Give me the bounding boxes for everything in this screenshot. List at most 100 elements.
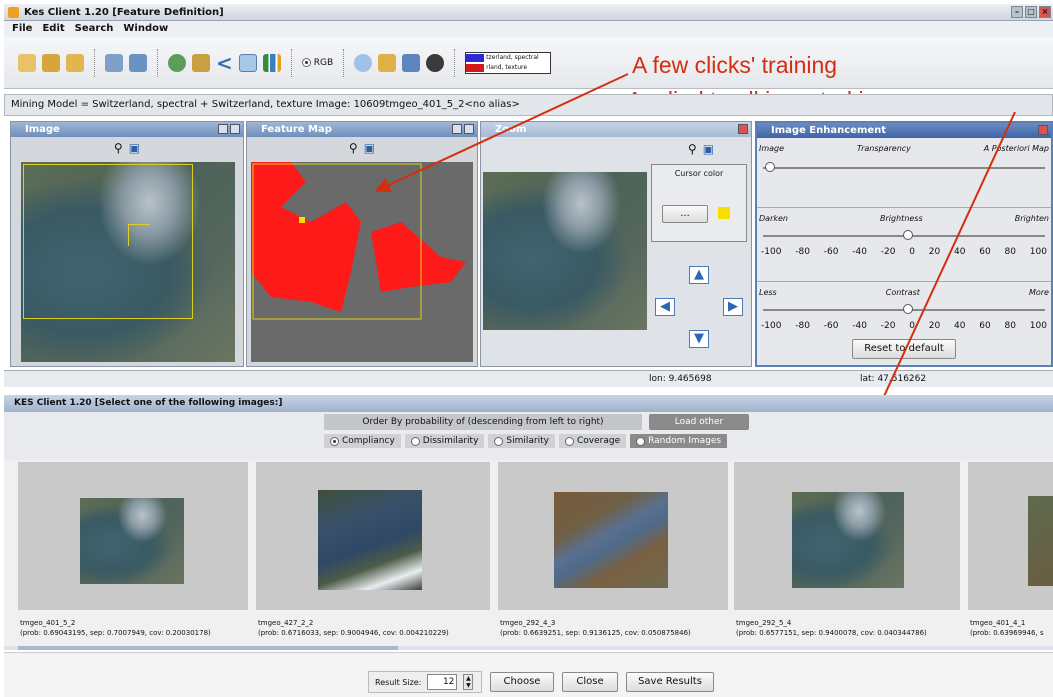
dissimilarity-radio[interactable] — [410, 436, 420, 446]
option-coverage[interactable]: Coverage — [558, 434, 627, 448]
zoom-image[interactable] — [483, 172, 647, 330]
redo-icon[interactable] — [105, 53, 123, 72]
slider-thumb[interactable] — [765, 162, 775, 172]
scrollbar-thumb[interactable] — [18, 646, 398, 650]
slider-thumb[interactable] — [903, 230, 913, 240]
result-thumbnail[interactable] — [318, 490, 422, 590]
transparency-slider[interactable] — [763, 162, 1045, 172]
result-card[interactable] — [18, 462, 248, 610]
selection-box[interactable] — [23, 164, 193, 319]
random-radio[interactable] — [636, 436, 646, 446]
slider-thumb[interactable] — [903, 304, 913, 314]
transparency-right: A Posteriori Map — [983, 144, 1049, 153]
pan-down-button[interactable]: ▼ — [689, 330, 709, 348]
result-thumbnail[interactable] — [80, 498, 184, 584]
result-card[interactable] — [968, 462, 1053, 610]
zoom-panel: Zoom ⚲ ▣ Cursor color ... ▲ ◀ ▶ ▼ — [480, 121, 752, 367]
rgb-radio[interactable] — [301, 58, 311, 67]
tick-label: 80 — [1004, 247, 1016, 257]
similarity-radio[interactable] — [494, 436, 504, 446]
reset-default-button[interactable]: Reset to default — [852, 339, 956, 359]
result-name: tmgeo_401_4_1 — [970, 619, 1026, 627]
maximize-icon[interactable]: □ — [1025, 6, 1037, 18]
save-icon[interactable]: ▣ — [364, 141, 375, 155]
pan-right-button[interactable]: ▶ — [723, 298, 743, 316]
menu-edit[interactable]: Edit — [42, 21, 64, 37]
legend-swatch-red — [466, 63, 485, 72]
open-icon[interactable] — [18, 53, 36, 72]
rgb-option[interactable]: RGB — [301, 57, 334, 68]
option-compliancy[interactable]: Compliancy — [324, 434, 401, 448]
restore-icon[interactable] — [452, 124, 462, 134]
pencil-icon[interactable] — [378, 53, 397, 72]
mining-model-info: Mining Model = Switzerland, spectral + S… — [4, 94, 1053, 116]
tick-label: 80 — [1004, 321, 1016, 331]
option-dissimilarity[interactable]: Dissimilarity — [404, 434, 485, 448]
menu-search[interactable]: Search — [75, 21, 114, 37]
order-label: Order By probability of (descending from… — [324, 414, 642, 430]
contrast-slider[interactable] — [763, 304, 1045, 314]
maximize-icon[interactable] — [464, 124, 474, 134]
load-other-button[interactable]: Load other — [649, 414, 749, 430]
transparency-labels: Image Transparency A Posteriori Map — [759, 144, 1049, 153]
status-bar: lon: 9.465698 lat: 47.516262 — [4, 370, 1053, 387]
brightness-center: Brightness — [880, 214, 923, 223]
option-similarity[interactable]: Similarity — [488, 434, 555, 448]
chart-icon[interactable] — [262, 53, 281, 72]
globe-icon[interactable] — [168, 53, 186, 72]
close-button[interactable]: Close — [562, 672, 618, 692]
option-random[interactable]: Random Images — [630, 434, 728, 448]
cursor-color-button[interactable]: ... — [662, 205, 708, 223]
back-icon[interactable]: < — [216, 51, 233, 75]
compliancy-radio[interactable] — [330, 436, 339, 446]
result-card[interactable] — [734, 462, 960, 610]
pin-icon[interactable]: ⚲ — [688, 142, 697, 156]
result-thumbnail[interactable] — [1028, 496, 1053, 586]
menu-file[interactable]: File — [12, 21, 32, 37]
result-card[interactable] — [498, 462, 728, 610]
close-icon[interactable] — [1038, 125, 1048, 135]
zoom-mini-toolbar: ⚲ ▣ — [651, 138, 751, 160]
close-icon[interactable]: × — [1039, 6, 1051, 18]
legend-label: rland, texture — [486, 63, 528, 71]
undo-icon[interactable] — [129, 53, 147, 72]
brightness-slider[interactable] — [763, 230, 1045, 240]
result-size-input[interactable]: 12 — [427, 674, 458, 690]
choose-button[interactable]: Choose — [490, 672, 554, 692]
result-thumbnail[interactable] — [554, 492, 668, 588]
restore-icon[interactable] — [218, 124, 228, 134]
tick-label: -100 — [761, 247, 782, 257]
pan-left-button[interactable]: ◀ — [655, 298, 675, 316]
satellite-image[interactable] — [21, 162, 235, 362]
pin-icon[interactable]: ⚲ — [114, 141, 123, 155]
minimize-icon[interactable]: – — [1011, 6, 1023, 18]
bomb-icon[interactable] — [426, 53, 445, 72]
zoom-tools: ⚲ ▣ Cursor color ... ▲ ◀ ▶ ▼ — [651, 138, 751, 368]
maximize-icon[interactable] — [230, 124, 240, 134]
tick-label: -60 — [823, 321, 839, 331]
save-icon[interactable]: ▣ — [129, 141, 140, 155]
result-thumbnail[interactable] — [792, 492, 904, 588]
feature-map-image[interactable] — [251, 162, 473, 362]
zoom-icon[interactable] — [238, 53, 257, 72]
save-results-button[interactable]: Save Results — [626, 672, 714, 692]
pin-icon[interactable]: ⚲ — [349, 141, 358, 155]
tick-label: 100 — [1029, 321, 1047, 331]
search-icon[interactable] — [354, 53, 373, 72]
save-icon[interactable]: ▣ — [703, 142, 714, 156]
folder-open-icon[interactable] — [66, 53, 84, 72]
result-card[interactable] — [256, 462, 490, 610]
menu-window[interactable]: Window — [123, 21, 168, 37]
spinner-icon[interactable]: ▲ ▼ — [463, 674, 474, 690]
folder-icon[interactable] — [42, 53, 60, 72]
tick-label: 0 — [909, 321, 915, 331]
close-icon[interactable] — [738, 124, 748, 134]
rgb-label: RGB — [313, 57, 334, 68]
separator — [343, 48, 345, 77]
coverage-radio[interactable] — [564, 436, 574, 446]
horizontal-scrollbar[interactable] — [4, 646, 1053, 650]
option-label: Dissimilarity — [422, 436, 479, 446]
wand-icon[interactable] — [192, 53, 210, 72]
list-icon[interactable] — [402, 53, 421, 72]
pan-up-button[interactable]: ▲ — [689, 266, 709, 284]
